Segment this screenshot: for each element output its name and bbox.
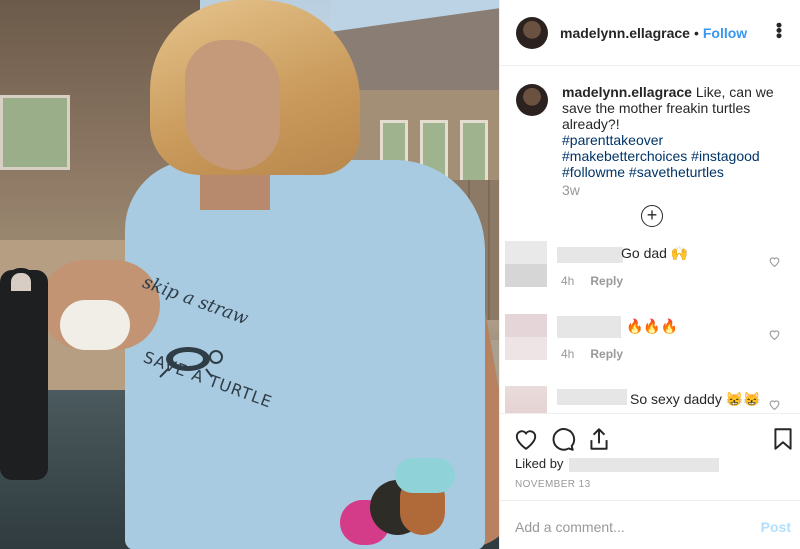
comment-text: 🔥🔥🔥 xyxy=(626,318,679,334)
heart-icon[interactable] xyxy=(513,426,539,452)
add-comment-input[interactable] xyxy=(515,519,735,535)
comment-username-redacted[interactable] xyxy=(557,389,627,405)
post-button[interactable]: Post xyxy=(761,519,791,535)
comment-text: So sexy daddy 😸😸 xyxy=(630,391,761,407)
comment-like-heart-icon[interactable] xyxy=(768,255,781,268)
photo-scrunchie-white xyxy=(60,300,130,350)
reply-button[interactable]: Reply xyxy=(590,347,623,361)
comment-like-heart-icon[interactable] xyxy=(768,398,781,411)
caption-hashtags[interactable]: #parenttakeover #makebetterchoices #inst… xyxy=(562,132,791,180)
caption-avatar[interactable] xyxy=(516,84,548,116)
post-username[interactable]: madelynn.ellagrace xyxy=(560,25,690,41)
comment-icon[interactable] xyxy=(550,426,576,452)
action-bar xyxy=(500,413,800,453)
more-options-icon[interactable]: ••• xyxy=(768,22,789,38)
add-comment-bar: Post xyxy=(500,500,800,549)
reply-button[interactable]: Reply xyxy=(590,274,623,288)
photo-face xyxy=(185,40,280,170)
comment-time[interactable]: 4h xyxy=(561,347,574,361)
caption-timestamp[interactable]: 3w xyxy=(562,182,580,198)
photo-scrunchies xyxy=(340,458,460,549)
post-header: madelynn.ellagrace • Follow ••• xyxy=(500,0,800,66)
comment-meta: 4h Reply xyxy=(561,274,623,288)
share-icon[interactable] xyxy=(586,426,612,452)
comment-avatar[interactable] xyxy=(505,241,547,287)
liked-by: Liked by xyxy=(515,456,720,472)
separator-dot: • xyxy=(693,24,699,41)
comment-username-redacted[interactable] xyxy=(557,247,623,263)
liked-by-redacted[interactable] xyxy=(569,457,720,472)
liked-by-label: Liked by xyxy=(515,456,564,471)
comment-time[interactable]: 4h xyxy=(561,274,574,288)
comment-avatar[interactable] xyxy=(505,314,547,360)
comment-like-heart-icon[interactable] xyxy=(768,328,781,341)
bookmark-icon[interactable] xyxy=(770,426,796,452)
caption: madelynn.ellagrace Like, can we save the… xyxy=(516,84,791,180)
photo-water-bottle xyxy=(0,270,48,480)
comment-item: Go dad 🙌 4h Reply xyxy=(505,241,785,301)
post-date[interactable]: NOVEMBER 13 xyxy=(515,479,591,490)
avatar[interactable] xyxy=(516,16,548,49)
caption-username[interactable]: madelynn.ellagrace xyxy=(562,84,692,100)
follow-button[interactable]: Follow xyxy=(703,25,747,41)
caption-text: madelynn.ellagrace Like, can we save the… xyxy=(562,84,791,180)
comment-item: So sexy daddy 😸😸 xyxy=(505,386,785,413)
comment-avatar[interactable] xyxy=(505,386,547,413)
post-photo[interactable]: skip a straw SAVE A TURTLE xyxy=(0,0,499,549)
photo-window xyxy=(0,95,70,170)
plus-circle-icon[interactable]: + xyxy=(641,205,663,227)
photo-bottle-cap xyxy=(6,268,36,296)
comment-text: Go dad 🙌 xyxy=(621,245,689,261)
comment-username-redacted[interactable] xyxy=(557,316,621,338)
comment-item: 🔥🔥🔥 4h Reply xyxy=(505,314,785,374)
comment-meta: 4h Reply xyxy=(561,347,623,361)
post-side-panel: madelynn.ellagrace • Follow ••• madelynn… xyxy=(499,0,800,549)
